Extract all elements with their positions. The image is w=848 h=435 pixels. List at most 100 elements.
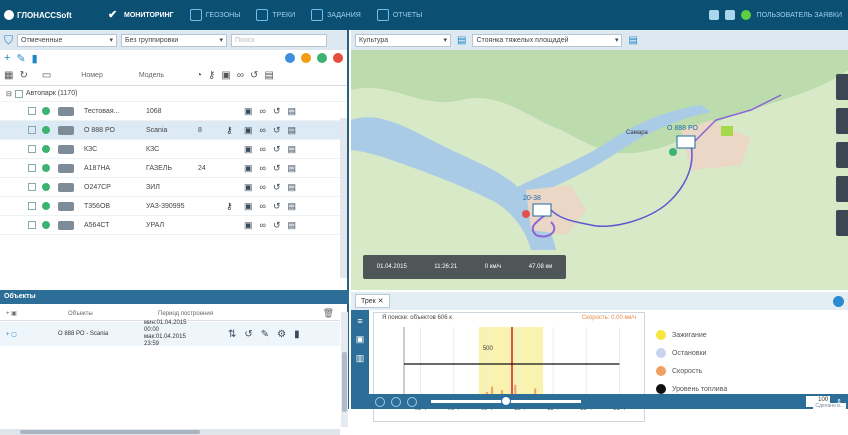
- grid-icon[interactable]: ▤: [287, 125, 296, 136]
- row-checkbox[interactable]: [28, 164, 36, 172]
- geozone-list-icon[interactable]: ▤: [628, 35, 637, 46]
- legend-item[interactable]: Зажигание: [656, 326, 846, 344]
- tab-monitoring[interactable]: ✔ МОНИТОРИНГ: [100, 0, 182, 30]
- history-icon[interactable]: ↺: [273, 125, 281, 136]
- add-object-icon[interactable]: + ▣: [0, 310, 28, 317]
- map-tool-layers[interactable]: [836, 142, 848, 168]
- history-icon[interactable]: ↺: [273, 144, 281, 155]
- scroll-thumb[interactable]: [342, 352, 347, 412]
- playback-slider[interactable]: [431, 396, 581, 406]
- history-icon[interactable]: ↺: [273, 182, 281, 193]
- settings-icon[interactable]: [724, 10, 735, 20]
- pause-icon[interactable]: [391, 396, 401, 407]
- history-icon[interactable]: ↺: [273, 201, 281, 212]
- add-icon[interactable]: +: [4, 52, 10, 64]
- grid-icon[interactable]: ▤: [287, 220, 296, 231]
- copy-icon[interactable]: ⇅: [228, 329, 236, 340]
- table-row[interactable]: Т356ОВ УАЗ-390995 ⚷ ▣ ∞ ↺ ▤: [0, 197, 347, 216]
- play-icon[interactable]: [375, 396, 385, 407]
- layers-icon[interactable]: ▤: [457, 35, 466, 46]
- app-logo[interactable]: ГЛОНАССSoft: [0, 10, 100, 20]
- trash-icon[interactable]: 🗑: [323, 308, 334, 319]
- edit-icon[interactable]: ✎: [16, 52, 25, 65]
- filter-green-icon[interactable]: [317, 53, 327, 63]
- row-checkbox[interactable]: [28, 221, 36, 229]
- columns-icon[interactable]: ▦: [4, 70, 13, 81]
- filter-blue-icon[interactable]: [285, 53, 295, 63]
- tab-geozones[interactable]: ГЕОЗОНЫ: [182, 0, 249, 30]
- save-icon[interactable]: ▣: [244, 201, 253, 212]
- user-label[interactable]: ПОЛЬЗОВАТЕЛЬ ЗАЯВКИ: [757, 12, 842, 19]
- link-icon[interactable]: ∞: [260, 182, 266, 193]
- table-row[interactable]: КЗС КЗС ▣ ∞ ↺ ▤: [0, 140, 347, 159]
- grid-icon[interactable]: ▤: [287, 182, 296, 193]
- point-label[interactable]: 20-38: [523, 195, 541, 202]
- save-icon[interactable]: ▣: [244, 182, 253, 193]
- table-row[interactable]: О247СР ЗИЛ ▣ ∞ ↺ ▤: [0, 178, 347, 197]
- messages-icon[interactable]: [708, 10, 719, 20]
- map-tool-ruler[interactable]: [836, 74, 848, 100]
- column-model[interactable]: Модель: [139, 72, 164, 79]
- settings-icon[interactable]: ⚙: [277, 329, 286, 340]
- row-checkbox[interactable]: [28, 202, 36, 210]
- collapse-icon[interactable]: ⊟: [6, 90, 12, 98]
- search-input[interactable]: Поиск: [231, 33, 328, 47]
- scroll-thumb[interactable]: [20, 430, 200, 434]
- delete-icon[interactable]: ▮: [32, 52, 38, 65]
- table-row[interactable]: А187НА ГАЗЕЛЬ 24 ▣ ∞ ↺ ▤: [0, 159, 347, 178]
- legend-item[interactable]: Остановки: [656, 344, 846, 362]
- expand-icon[interactable]: + ▢: [0, 331, 28, 338]
- history-icon[interactable]: ↺: [273, 106, 281, 117]
- legend-item[interactable]: Скорость: [656, 362, 846, 380]
- link-icon[interactable]: ∞: [260, 106, 266, 117]
- link-icon[interactable]: ∞: [260, 201, 266, 212]
- gear-icon[interactable]: [833, 295, 844, 307]
- row-checkbox[interactable]: [28, 126, 36, 134]
- delete-icon[interactable]: ▮: [294, 329, 300, 340]
- map-tool-text[interactable]: [836, 108, 848, 134]
- filter-orange-icon[interactable]: [301, 53, 311, 63]
- grid-icon[interactable]: ▤: [287, 144, 296, 155]
- chart-icon[interactable]: ≡: [357, 316, 362, 326]
- grouping-select[interactable]: Без группировки ▾: [121, 33, 228, 47]
- track-tab[interactable]: Трек ✕: [355, 294, 390, 308]
- link-icon[interactable]: ∞: [260, 163, 266, 174]
- grid-icon[interactable]: ▤: [287, 106, 296, 117]
- map-tool-undo[interactable]: [836, 210, 848, 236]
- save-icon[interactable]: ▣: [244, 220, 253, 231]
- link-icon[interactable]: ∞: [260, 144, 266, 155]
- column-number[interactable]: Номер: [81, 72, 103, 79]
- map-layer-select[interactable]: Культура ▾: [355, 33, 451, 47]
- track-object-row[interactable]: + ▢ О 888 РО - Scania мин:01.04.2015 00:…: [0, 320, 340, 347]
- list-scrollbar[interactable]: [340, 118, 347, 278]
- undo-icon[interactable]: ↺: [244, 329, 252, 340]
- group-row[interactable]: ⊟ Автопарк (1170): [0, 86, 347, 102]
- table-row[interactable]: Тестовая... 1068 ▣ ∞ ↺ ▤: [0, 102, 347, 121]
- save-icon[interactable]: ▣: [244, 144, 253, 155]
- filter-icon[interactable]: ⛉: [4, 33, 13, 48]
- save-icon[interactable]: ▣: [244, 106, 253, 117]
- geozone-select[interactable]: Стоянка тяжелых площадей ▾: [472, 33, 623, 47]
- grid-icon[interactable]: ▤: [287, 163, 296, 174]
- bars-icon[interactable]: ▥: [356, 353, 365, 364]
- save-icon[interactable]: ▣: [244, 163, 253, 174]
- horizontal-scrollbar[interactable]: [0, 429, 340, 435]
- refresh-icon[interactable]: ↻: [19, 70, 27, 81]
- tab-tracks[interactable]: ТРЕКИ: [248, 0, 303, 30]
- key-icon[interactable]: ⚷: [226, 201, 233, 212]
- history-icon[interactable]: ↺: [273, 163, 281, 174]
- edit-icon[interactable]: ✎: [261, 329, 269, 340]
- map-view[interactable]: О 888 РО 20-38 Самара 01.04.2015 11:26:2…: [351, 50, 848, 290]
- tab-reports[interactable]: ОТЧЕТЫ: [369, 0, 431, 30]
- vehicle-label[interactable]: О 888 РО: [667, 125, 699, 132]
- row-checkbox[interactable]: [28, 107, 36, 115]
- table-row[interactable]: А564СТ УРАЛ ▣ ∞ ↺ ▤: [0, 216, 347, 235]
- tab-tasks[interactable]: ЗАДАНИЯ: [303, 0, 369, 30]
- slider-knob[interactable]: [501, 396, 511, 406]
- map-tool-marker[interactable]: [836, 176, 848, 202]
- key-icon[interactable]: ⚷: [226, 125, 233, 136]
- group-checkbox[interactable]: [14, 89, 23, 98]
- filter-select-marked[interactable]: Отмеченные ▾: [17, 33, 118, 47]
- history-icon[interactable]: ↺: [273, 220, 281, 231]
- stop-icon[interactable]: [407, 396, 417, 407]
